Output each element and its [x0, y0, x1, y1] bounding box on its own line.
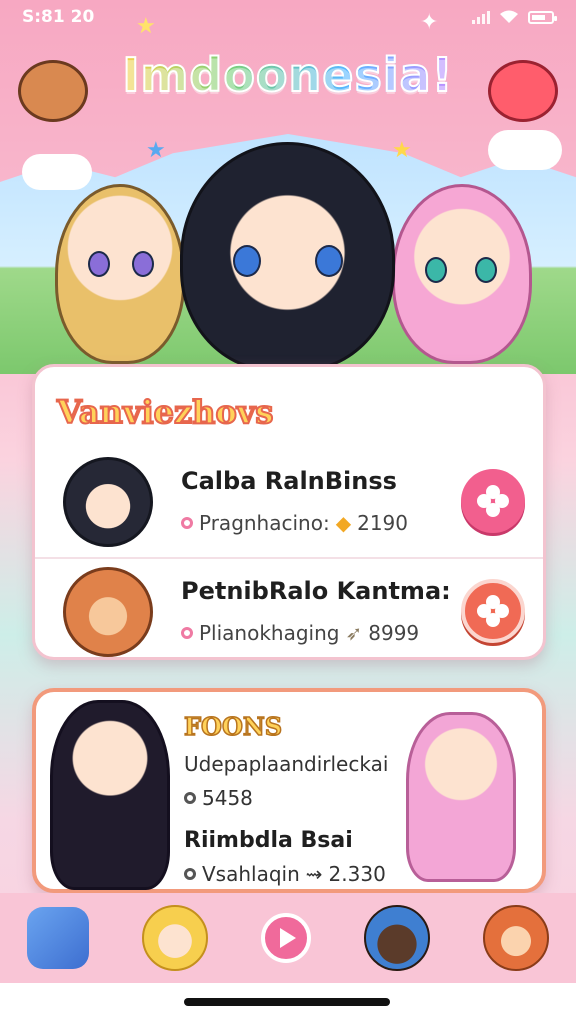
cloud-left: [22, 154, 92, 190]
flower-action-button[interactable]: [461, 579, 525, 643]
item-name: PetnibRalo Kantma:: [181, 577, 451, 605]
home-indicator[interactable]: [184, 998, 390, 1006]
play-icon: [279, 928, 296, 948]
status-bar: S:81 20: [0, 0, 576, 34]
star-icon: ★: [392, 138, 412, 163]
pink-hair-girl-character: [406, 712, 516, 882]
ring-icon: [181, 627, 193, 639]
star-icon: ★: [146, 138, 166, 163]
ring-icon: [184, 868, 196, 880]
item-meta-value: 8999: [368, 621, 420, 645]
signal-icon: [472, 10, 490, 24]
flower-action-button[interactable]: [461, 469, 525, 533]
flower-icon: [477, 485, 509, 517]
featured-card[interactable]: FOONS Udepaplaandirleckai 5458 Riimbdla …: [32, 688, 546, 893]
flower-icon: [477, 595, 509, 627]
item-meta-label: Plianokhaging: [199, 621, 340, 645]
ring-icon: [184, 792, 196, 804]
dark-hair-girl-character: [50, 700, 170, 890]
featured-meta-label: Vsahlaqin: [202, 862, 300, 886]
featured-title: FOONS: [183, 711, 283, 742]
featured-count-value: 5458: [202, 786, 253, 810]
play-button[interactable]: [260, 913, 311, 963]
coin-icon: ◆: [335, 511, 352, 535]
arrow-icon: ⇝: [305, 862, 323, 886]
pink-hair-girl-character: [392, 184, 532, 364]
blue-block-icon[interactable]: [26, 907, 89, 969]
item-meta-value: 2190: [357, 511, 408, 535]
status-icons: [472, 10, 557, 24]
section-card: Vanviezhovs Calba RalnBinss Pragnhacino:…: [32, 364, 546, 660]
blonde-boy-character: [55, 184, 185, 364]
featured-meta-value: 2.330: [328, 862, 386, 886]
featured-subtitle: Udepaplaandirleckai: [184, 752, 389, 776]
mole-hat-icon[interactable]: [364, 905, 431, 971]
app-title: Imdoonesia!: [0, 47, 576, 103]
sparkle-icon: ✦: [420, 10, 439, 35]
ring-icon: [181, 517, 193, 529]
list-item[interactable]: Calba RalnBinss Pragnhacino: ◆ 2190: [35, 449, 543, 557]
fox-icon[interactable]: [483, 905, 550, 971]
bottom-nav: [0, 893, 576, 983]
rocket-icon: ➶: [345, 621, 363, 645]
bear-avatar: [63, 567, 153, 657]
dark-hair-boy-avatar: [63, 457, 153, 547]
featured-count: 5458: [184, 786, 253, 810]
section-title: Vanviezhovs: [56, 392, 274, 432]
item-meta: Plianokhaging ➶ 8999: [181, 621, 419, 645]
item-name: Calba RalnBinss: [181, 467, 397, 495]
status-time: S:81 20: [22, 7, 95, 27]
cloud-right: [488, 130, 562, 170]
list-item[interactable]: PetnibRalo Kantma: Plianokhaging ➶ 8999: [35, 557, 543, 665]
featured-name: Riimbdla Bsai: [184, 828, 353, 853]
battery-icon: [528, 10, 557, 24]
header-banner: ✦ ★ ★ ★ Imdoonesia!: [0, 10, 576, 374]
star-icon: ★: [136, 14, 156, 39]
item-meta-label: Pragnhacino:: [199, 511, 330, 535]
dark-hair-boy-character: [180, 142, 395, 372]
featured-meta: Vsahlaqin ⇝ 2.330: [184, 862, 386, 886]
wifi-icon: [500, 10, 518, 23]
blonde-girl-icon[interactable]: [141, 905, 208, 971]
item-meta: Pragnhacino: ◆ 2190: [181, 511, 408, 535]
